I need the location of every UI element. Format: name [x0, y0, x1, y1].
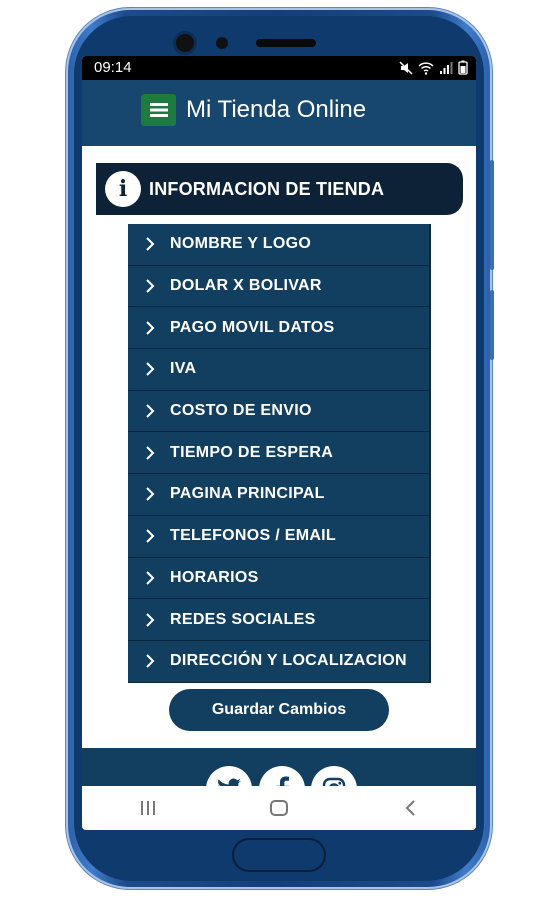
system-nav-bar: [82, 786, 476, 830]
home-icon: [269, 800, 288, 816]
status-bar: 09:14: [82, 56, 476, 80]
menu-item[interactable]: DIRECCIÓN Y LOCALIZACION: [128, 640, 431, 683]
home-button[interactable]: [232, 838, 326, 872]
menu-item[interactable]: DOLAR X BOLIVAR: [128, 265, 431, 308]
volume-button: [490, 160, 494, 270]
chevron-right-icon: [144, 320, 164, 336]
menu-item-label: TELEFONOS / EMAIL: [170, 527, 336, 545]
earpiece-speaker: [256, 39, 316, 47]
recent-apps-icon: [140, 801, 155, 815]
back-button[interactable]: [390, 793, 430, 823]
menu-item-label: TIEMPO DE ESPERA: [170, 443, 334, 461]
app-bar: Mi Tienda Online: [82, 80, 476, 146]
menu-item-label: COSTO DE ENVIO: [170, 402, 312, 420]
section-title: INFORMACION DE TIENDA: [149, 178, 385, 199]
chevron-right-icon: [144, 486, 164, 502]
menu-item[interactable]: REDES SOCIALES: [128, 599, 431, 641]
menu-item-label: HORARIOS: [170, 568, 259, 586]
chevron-right-icon: [144, 612, 164, 628]
chevron-right-icon: [144, 361, 164, 377]
chevron-right-icon: [144, 236, 164, 252]
chevron-right-icon: [144, 278, 164, 294]
chevron-right-icon: [144, 403, 164, 419]
signal-icon: [440, 61, 453, 74]
chevron-right-icon: [144, 653, 164, 669]
menu-item-label: DIRECCIÓN Y LOCALIZACION: [170, 652, 407, 670]
recent-apps-button[interactable]: [128, 793, 168, 823]
menu-item[interactable]: PAGINA PRINCIPAL: [128, 474, 431, 516]
battery-icon: [458, 60, 468, 75]
menu-item[interactable]: COSTO DE ENVIO: [128, 390, 431, 433]
menu-item-label: DOLAR X BOLIVAR: [170, 277, 322, 295]
proximity-sensor: [216, 37, 228, 49]
menu-item-label: IVA: [170, 360, 197, 378]
menu-item[interactable]: TELEFONOS / EMAIL: [128, 515, 431, 558]
wifi-icon: [418, 61, 434, 75]
chevron-right-icon: [144, 445, 164, 461]
menu-button[interactable]: [141, 94, 176, 126]
menu-item[interactable]: HORARIOS: [128, 557, 431, 600]
menu-item-label: PAGINA PRINCIPAL: [170, 485, 325, 503]
mute-icon: [399, 60, 413, 75]
app-title: Mi Tienda Online: [186, 96, 367, 123]
chevron-right-icon: [144, 528, 164, 544]
hamburger-icon: [149, 103, 168, 117]
menu-item-label: PAGO MOVIL DATOS: [170, 318, 335, 336]
chevron-right-icon: [144, 570, 164, 586]
menu-item-label: REDES SOCIALES: [170, 610, 316, 628]
save-changes-button[interactable]: Guardar Cambios: [169, 689, 389, 731]
status-time: 09:14: [94, 59, 132, 76]
section-header: i INFORMACION DE TIENDA: [96, 163, 463, 215]
settings-menu-list: NOMBRE Y LOGO DOLAR X BOLIVAR PAGO MOVIL D…: [128, 224, 431, 683]
footer: [82, 748, 476, 812]
home-nav-button[interactable]: [259, 793, 299, 823]
menu-item[interactable]: IVA: [128, 349, 431, 391]
info-icon: i: [105, 171, 141, 207]
back-icon: [405, 800, 416, 816]
screen: 09:14 Mi Tienda Online i INFORMACION DE …: [82, 56, 476, 830]
power-button: [490, 290, 494, 360]
menu-item[interactable]: NOMBRE Y LOGO: [128, 224, 431, 266]
menu-item[interactable]: TIEMPO DE ESPERA: [128, 432, 431, 475]
menu-item-label: NOMBRE Y LOGO: [170, 235, 312, 253]
front-camera: [176, 34, 194, 52]
menu-item[interactable]: PAGO MOVIL DATOS: [128, 307, 431, 350]
